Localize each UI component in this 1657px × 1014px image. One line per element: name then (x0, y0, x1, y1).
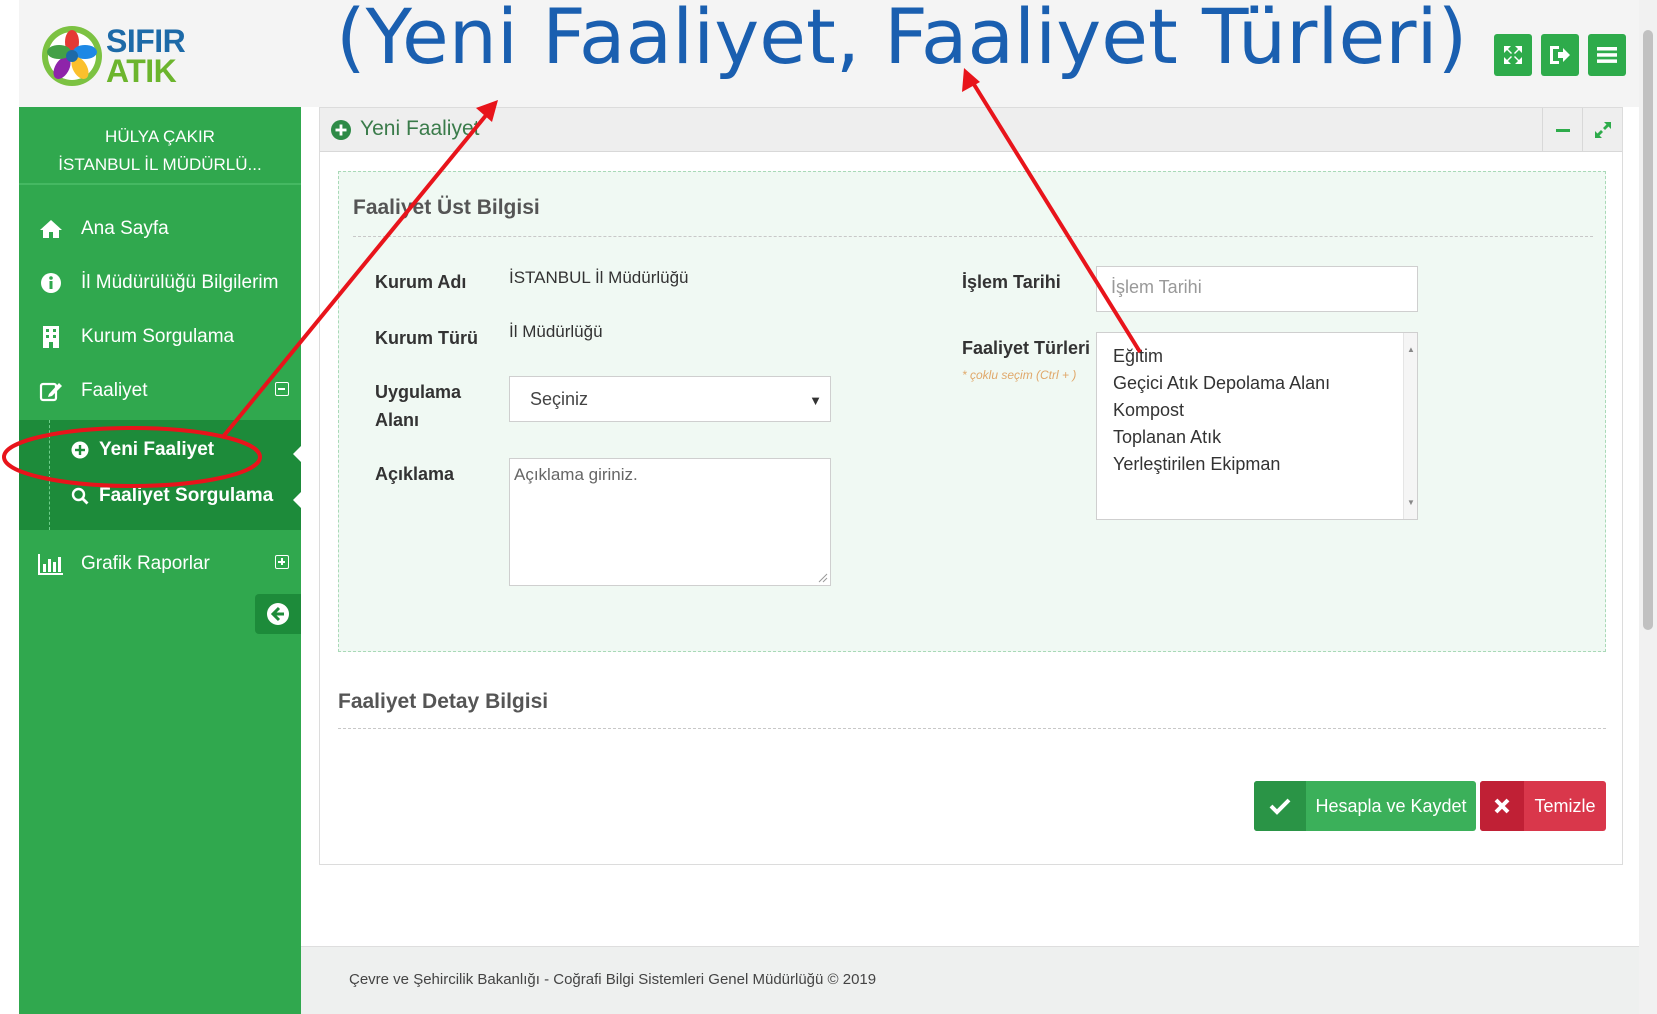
arrow-left-circle-icon (267, 603, 289, 625)
logo-line-1: SIFIR (106, 23, 186, 59)
sidebar-item-label: İl Müdürülüğü Bilgilerim (81, 272, 279, 293)
sidebar-item-bilgilerim[interactable]: İl Müdürülüğü Bilgilerim (19, 259, 301, 307)
page: SIFIR ATIK (Yeni Faaliyet, Faaliyet Türl… (0, 0, 1657, 1014)
kurum-adi-value: İSTANBUL İl Müdürlüğü (509, 268, 689, 287)
sidebar-collapse-button[interactable] (255, 594, 301, 634)
sidebar-item-label: Kurum Sorgulama (81, 326, 235, 347)
faaliyet-turleri-label: Faaliyet Türleri (962, 338, 1091, 358)
aciklama-placeholder: Açıklama giriniz. (514, 465, 638, 484)
user-org: İSTANBUL İL MÜDÜRLÜ... (58, 155, 262, 174)
building-icon (37, 325, 65, 349)
main-content: Yeni Faaliyet Faaliyet Üst Bilgisi Kurum… (301, 107, 1639, 1014)
sidebar-item-ana-sayfa[interactable]: Ana Sayfa (19, 205, 301, 253)
faaliyet-submenu: Yeni Faaliyet Faaliyet Sorgulama (19, 420, 301, 530)
listbox-option[interactable]: Geçici Atık Depolama Alanı (1113, 370, 1401, 397)
listbox-option[interactable]: Kompost (1113, 397, 1401, 424)
active-pointer (293, 446, 301, 462)
check-icon (1254, 781, 1306, 831)
hamburger-icon (1597, 47, 1617, 63)
listbox-option[interactable]: Eğitim (1113, 343, 1401, 370)
app-logo[interactable]: SIFIR ATIK (40, 20, 190, 92)
sidebar-item-faaliyet[interactable]: Faaliyet (19, 367, 301, 415)
hesapla-kaydet-button[interactable]: Hesapla ve Kaydet (1254, 781, 1476, 831)
collapse-minus-icon[interactable] (275, 382, 289, 396)
save-button-label: Hesapla ve Kaydet (1315, 795, 1467, 816)
resize-full-icon (1594, 122, 1611, 138)
uygulama-label-line-2: Alanı (375, 410, 420, 430)
expand-icon (1504, 46, 1522, 64)
kurum-adi-label: Kurum Adı (375, 272, 467, 292)
clear-button-label: Temizle (1534, 795, 1596, 816)
listbox-option[interactable]: Yerleştirilen Ekipman (1113, 451, 1401, 478)
aciklama-label: Açıklama (375, 464, 455, 484)
footer: Çevre ve Şehircilik Bakanlığı - Coğrafi … (301, 946, 1639, 1014)
multi-select-hint: * çoklu seçim (Ctrl + ) (962, 368, 1077, 382)
minus-icon (1555, 128, 1570, 132)
sign-out-icon (1550, 46, 1570, 64)
faaliyet-ust-bilgisi-section: Faaliyet Üst Bilgisi Kurum Adı İSTANBUL … (338, 171, 1606, 652)
sidebar-item-label: Faaliyet Sorgulama (99, 485, 274, 506)
logo-line-2: ATIK (106, 53, 177, 89)
uygulama-label-line-1: Uygulama (375, 382, 462, 402)
search-icon (71, 487, 89, 505)
user-info: HÜLYA ÇAKIR İSTANBUL İL MÜDÜRLÜ... (19, 107, 301, 185)
aciklama-textarea[interactable]: Açıklama giriniz. (509, 458, 831, 586)
islem-tarihi-placeholder: İşlem Tarihi (1111, 277, 1202, 297)
section-title: Faaliyet Detay Bilgisi (338, 690, 549, 713)
select-value: Seçiniz (530, 389, 589, 409)
sidebar-item-label: Grafik Raporlar (81, 553, 210, 574)
listbox-scrollbar[interactable]: ▲ ▼ (1403, 333, 1417, 519)
listbox-option[interactable]: Toplanan Atık (1113, 424, 1401, 451)
page-scrollbar-thumb[interactable] (1643, 30, 1653, 630)
logout-button[interactable] (1541, 34, 1579, 76)
logo-flower-icon (42, 26, 102, 86)
plus-circle-icon (71, 441, 89, 459)
bar-chart-icon (37, 553, 65, 575)
panel-header: Yeni Faaliyet (320, 108, 1622, 152)
section-divider (353, 236, 1593, 237)
faaliyet-turleri-listbox[interactable]: Eğitim Geçici Atık Depolama Alanı Kompos… (1096, 332, 1418, 520)
kurum-turu-label: Kurum Türü (375, 328, 478, 348)
scroll-down-icon[interactable]: ▼ (1407, 489, 1415, 516)
sidebar-item-grafik-raporlar[interactable]: Grafik Raporlar (19, 540, 301, 588)
annotation-title: (Yeni Faaliyet, Faaliyet Türleri) (336, 0, 1468, 81)
yeni-faaliyet-panel: Yeni Faaliyet Faaliyet Üst Bilgisi Kurum… (319, 107, 1623, 865)
active-pointer (293, 492, 301, 508)
panel-title: Yeni Faaliyet (360, 117, 480, 140)
plus-circle-icon (331, 120, 351, 140)
section-title: Faaliyet Üst Bilgisi (353, 196, 540, 219)
sidebar-item-kurum-sorgulama[interactable]: Kurum Sorgulama (19, 313, 301, 361)
info-icon (37, 272, 65, 294)
section-divider (338, 728, 1606, 729)
sidebar-item-label: Faaliyet (81, 380, 148, 401)
user-name: HÜLYA ÇAKIR (105, 127, 215, 146)
uygulama-alani-label: Uygulama Alanı (375, 378, 461, 434)
sidebar-item-faaliyet-sorgulama[interactable]: Faaliyet Sorgulama (71, 476, 273, 516)
sidebar-item-label: Ana Sayfa (81, 218, 169, 239)
sidebar-item-label: Yeni Faaliyet (99, 439, 215, 460)
kurum-turu-value: İl Müdürlüğü (509, 322, 603, 341)
home-icon (37, 219, 65, 239)
logo-text: SIFIR ATIK (106, 23, 186, 89)
fullscreen-button[interactable] (1494, 34, 1532, 76)
scroll-up-icon[interactable]: ▲ (1407, 336, 1415, 363)
close-icon (1480, 781, 1524, 831)
islem-tarihi-input[interactable]: İşlem Tarihi (1096, 266, 1418, 312)
resize-grip-icon (818, 573, 828, 583)
menu-button[interactable] (1588, 34, 1626, 76)
uygulama-alani-select[interactable]: Seçiniz ▼ (509, 376, 831, 422)
panel-minimize-button[interactable] (1542, 108, 1582, 152)
sidebar: HÜLYA ÇAKIR İSTANBUL İL MÜDÜRLÜ... Ana S… (19, 107, 301, 1014)
edit-icon (37, 380, 65, 402)
islem-tarihi-label: İşlem Tarihi (962, 272, 1061, 292)
footer-text: Çevre ve Şehircilik Bakanlığı - Coğrafi … (349, 971, 877, 988)
sidebar-item-yeni-faaliyet[interactable]: Yeni Faaliyet (71, 430, 214, 470)
expand-plus-icon[interactable] (275, 555, 289, 569)
caret-down-icon: ▼ (809, 393, 822, 408)
panel-expand-button[interactable] (1582, 108, 1622, 152)
temizle-button[interactable]: Temizle (1480, 781, 1606, 831)
